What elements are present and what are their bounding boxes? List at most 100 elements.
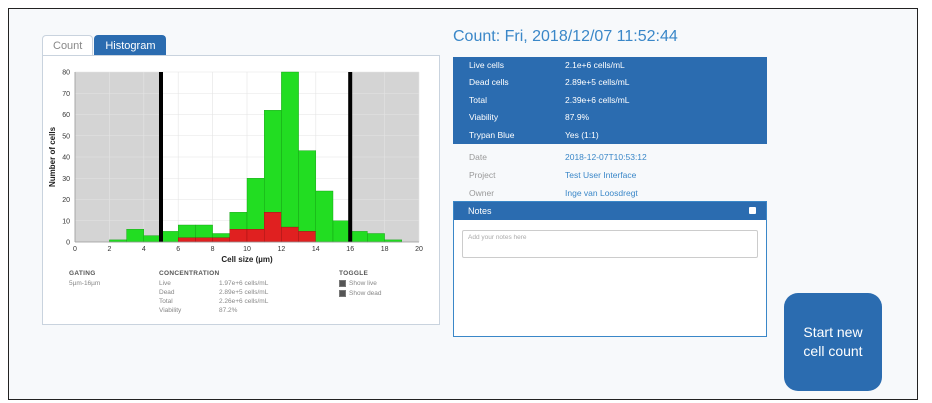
metadata-list: Date 2018-12-07T10:53:12 Project Test User… [453, 148, 767, 202]
histogram-panel: 0 10 20 30 40 50 60 70 80 0 2 4 6 8 10 12 14 16 18 20 Cell s… [42, 55, 440, 325]
result-label: Viability [469, 112, 499, 123]
meta-value[interactable]: Inge van Loosdregt [565, 184, 638, 202]
meta-label: Date [469, 152, 487, 162]
bar-live [195, 224, 213, 238]
meta-value[interactable]: Test User Interface [565, 166, 636, 184]
result-value: 87.9% [565, 112, 590, 123]
bar-live [281, 71, 299, 228]
checkbox-icon[interactable] [339, 280, 346, 287]
conc-total-value: 2.26e+6 cells/mL [219, 298, 269, 305]
bar-live [350, 231, 368, 243]
tab-histogram[interactable]: Histogram [94, 35, 167, 56]
y-tick-label: 50 [62, 133, 70, 140]
bar-live [332, 220, 351, 243]
result-value: 2.89e+5 cells/mL [565, 77, 630, 88]
gate-line [348, 72, 353, 242]
bar-live [246, 178, 265, 230]
x-tick-label: 18 [381, 246, 389, 253]
conc-total-label: Total [159, 298, 173, 305]
y-tick-label: 80 [62, 70, 70, 77]
meta-label: Owner [469, 188, 495, 198]
bar-live [229, 212, 248, 230]
notes-title: Notes [468, 206, 492, 216]
histogram-chart: 0 10 20 30 40 50 60 70 80 0 2 4 6 8 10 12 14 16 18 20 Cell s… [48, 70, 423, 265]
bar-live [315, 190, 334, 243]
x-tick-label: 10 [243, 246, 251, 253]
result-label: Total [469, 94, 487, 105]
meta-label: Project [469, 170, 496, 180]
y-tick-label: 20 [62, 197, 70, 204]
result-label: Live cells [469, 60, 504, 70]
bar-dead [212, 237, 231, 243]
count-title: Count: Fri, 2018/12/07 11:52:44 [453, 28, 678, 45]
bar-live [126, 229, 144, 243]
bar-dead [229, 229, 248, 243]
bar-live [263, 110, 282, 213]
start-new-count-label: Start new cell count [803, 324, 863, 359]
bar-dead [246, 229, 265, 243]
tab-count[interactable]: Count [42, 35, 94, 56]
gating-title: GATING [69, 270, 96, 277]
result-row: Total 2.39e+6 cells/mL [453, 92, 767, 109]
y-tick-label: 0 [66, 240, 70, 247]
bar-live [298, 150, 317, 232]
conc-viability-value: 87.2% [219, 307, 238, 314]
notes-header: Notes [454, 202, 766, 220]
x-tick-label: 14 [312, 246, 320, 253]
result-label: Dead cells [469, 77, 509, 88]
toggle-show-live[interactable]: Show live [339, 280, 377, 287]
x-tick-label: 12 [278, 246, 286, 253]
bar-dead [281, 226, 299, 243]
gate-line [159, 72, 163, 242]
concentration-title: CONCENTRATION [159, 270, 220, 277]
bar-dead [298, 231, 317, 243]
meta-row-date: Date 2018-12-07T10:53:12 [453, 148, 767, 166]
conc-dead-value: 2.89e+5 cells/mL [219, 289, 269, 296]
y-tick-label: 30 [62, 176, 70, 183]
bar-live [143, 235, 162, 243]
view-tabs: Count Histogram [42, 35, 167, 56]
toggle-title: TOGGLE [339, 270, 369, 277]
results-table: Live cells 2.1e+6 cells/mL Dead cells 2.89… [453, 57, 767, 144]
checkbox-icon[interactable] [339, 290, 346, 297]
gating-value: 5µm-16µm [69, 280, 101, 287]
result-row: Live cells 2.1e+6 cells/mL [453, 57, 767, 74]
result-row: Trypan Blue Yes (1:1) [453, 127, 767, 144]
bar-dead [195, 237, 213, 243]
result-label: Trypan Blue [469, 129, 515, 140]
y-tick-label: 10 [62, 218, 70, 225]
conc-viability-label: Viability [159, 307, 182, 314]
x-tick-label: 20 [415, 246, 423, 253]
result-row: Dead cells 2.89e+5 cells/mL [453, 74, 767, 91]
toggle-show-dead[interactable]: Show dead [339, 290, 382, 297]
result-value: Yes (1:1) [565, 129, 599, 140]
meta-row-owner: Owner Inge van Loosdregt [453, 184, 767, 202]
result-row: Viability 87.9% [453, 109, 767, 126]
bar-live [367, 233, 385, 243]
bar-dead [177, 237, 196, 243]
x-tick-label: 4 [142, 246, 146, 253]
x-axis-title: Cell size (µm) [221, 255, 273, 264]
x-tick-label: 2 [107, 246, 111, 253]
save-icon[interactable] [749, 207, 756, 214]
notes-input[interactable]: Add your notes here [462, 230, 758, 258]
meta-value[interactable]: 2018-12-07T10:53:12 [565, 148, 647, 166]
bar-dead [263, 212, 282, 243]
conc-live-label: Live [159, 280, 171, 287]
toggle-show-dead-label: Show dead [349, 290, 382, 298]
x-tick-label: 6 [176, 246, 180, 253]
start-new-count-button[interactable]: Start new cell count [784, 293, 882, 391]
x-tick-label: 0 [73, 246, 77, 253]
toggle-show-live-label: Show live [349, 280, 377, 288]
result-value: 2.39e+6 cells/mL [565, 94, 630, 105]
y-axis-title: Number of cells [48, 126, 57, 187]
meta-row-project: Project Test User Interface [453, 166, 767, 184]
conc-live-value: 1.97e+6 cells/mL [219, 280, 269, 287]
x-tick-label: 16 [346, 246, 354, 253]
bar-live [160, 231, 179, 243]
y-tick-label: 40 [62, 155, 70, 162]
conc-dead-label: Dead [159, 289, 175, 296]
x-tick-label: 8 [211, 246, 215, 253]
bar-live [177, 224, 196, 238]
y-tick-label: 60 [62, 112, 70, 119]
